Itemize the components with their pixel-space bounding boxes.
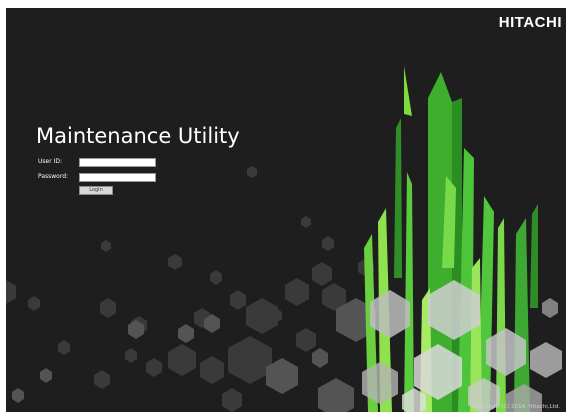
user-id-input[interactable] (79, 158, 156, 167)
login-screen: HITACHI Maintenance Utility User ID: Pas… (6, 8, 566, 412)
password-label: Password: (38, 173, 69, 180)
page-title: Maintenance Utility (36, 124, 240, 148)
copyright-text: Copyright (C) 2014, Hitachi,Ltd. (472, 404, 560, 410)
hexagon-bokeh (6, 166, 374, 412)
password-input[interactable] (79, 173, 156, 182)
background-graphic (6, 66, 562, 412)
login-button[interactable]: Login (79, 186, 113, 195)
hitachi-logo: HITACHI (498, 14, 562, 31)
user-id-label: User ID: (38, 158, 62, 165)
